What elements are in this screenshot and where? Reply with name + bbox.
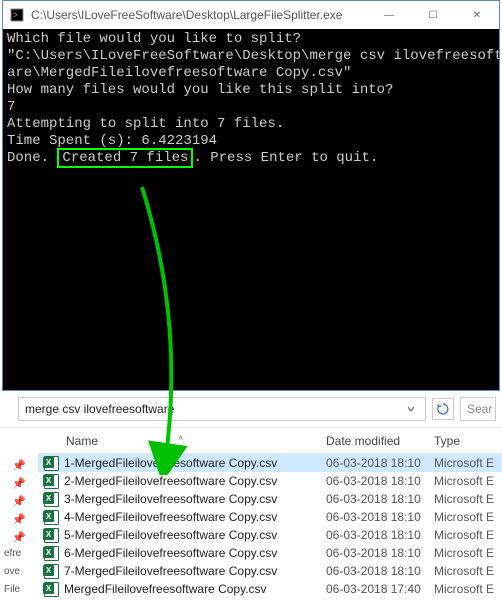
refresh-button[interactable] bbox=[432, 398, 454, 420]
file-name: 2-MergedFileilovefreesoftware Copy.csv bbox=[64, 474, 277, 488]
console-line: Time Spent (s): 6.4223194 bbox=[7, 133, 217, 149]
header-name[interactable]: Name ˄ bbox=[38, 434, 326, 448]
file-row[interactable]: MergedFileilovefreesoftware Copy.csv 06-0… bbox=[38, 580, 502, 598]
file-type: Microsoft E bbox=[434, 492, 502, 506]
console-done-prefix: Done. bbox=[7, 150, 57, 166]
console-line: How many files would you like this split… bbox=[7, 82, 393, 98]
minimize-button[interactable]: — bbox=[367, 1, 411, 29]
excel-icon bbox=[44, 582, 59, 597]
console-highlight: Created 7 files bbox=[57, 148, 193, 168]
address-bar-row: merge csv ilovefreesoftware Sear bbox=[0, 393, 502, 428]
file-date: 06-03-2018 18:10 bbox=[326, 528, 434, 542]
nav-item[interactable]: ove bbox=[0, 564, 38, 582]
excel-icon bbox=[44, 474, 59, 489]
console-output[interactable]: Which file would you like to split? "C:\… bbox=[3, 29, 499, 390]
titlebar[interactable]: > C:\Users\ILoveFreeSoftware\Desktop\Lar… bbox=[3, 1, 499, 29]
file-type: Microsoft E bbox=[434, 528, 502, 542]
console-line: "C:\Users\ILoveFreeSoftware\Desktop\merg… bbox=[7, 48, 499, 64]
excel-icon bbox=[44, 546, 59, 561]
file-explorer: merge csv ilovefreesoftware Sear 📌 📌 📌 📌… bbox=[0, 393, 502, 585]
file-row[interactable]: 3-MergedFileilovefreesoftware Copy.csv 06… bbox=[38, 490, 502, 508]
window-title: C:\Users\ILoveFreeSoftware\Desktop\Large… bbox=[31, 8, 367, 22]
excel-icon bbox=[44, 456, 59, 471]
pin-icon[interactable]: 📌 bbox=[0, 528, 38, 546]
file-row[interactable]: 4-MergedFileilovefreesoftware Copy.csv 06… bbox=[38, 508, 502, 526]
file-name: 7-MergedFileilovefreesoftware Copy.csv bbox=[64, 564, 277, 578]
file-date: 06-03-2018 18:10 bbox=[326, 510, 434, 524]
excel-icon bbox=[44, 510, 59, 525]
file-row[interactable]: 1-MergedFileilovefreesoftware Copy.csv 06… bbox=[38, 454, 502, 472]
console-line: Attempting to split into 7 files. bbox=[7, 116, 284, 132]
header-type[interactable]: Type bbox=[434, 434, 502, 448]
excel-icon bbox=[44, 492, 59, 507]
nav-pane[interactable]: 📌 📌 📌 📌 📌 efre ove File bbox=[0, 428, 38, 600]
header-date[interactable]: Date modified bbox=[326, 434, 434, 448]
file-date: 06-03-2018 18:10 bbox=[326, 492, 434, 506]
file-type: Microsoft E bbox=[434, 474, 502, 488]
file-date: 06-03-2018 18:10 bbox=[326, 546, 434, 560]
pin-icon[interactable]: 📌 bbox=[0, 510, 38, 528]
file-row[interactable]: 7-MergedFileilovefreesoftware Copy.csv 06… bbox=[38, 562, 502, 580]
pin-icon[interactable]: 📌 bbox=[0, 492, 38, 510]
file-name: MergedFileilovefreesoftware Copy.csv bbox=[64, 582, 267, 596]
close-button[interactable]: ✕ bbox=[455, 1, 499, 29]
file-name: 6-MergedFileilovefreesoftware Copy.csv bbox=[64, 546, 277, 560]
file-date: 06-03-2018 17:40 bbox=[326, 582, 434, 596]
address-text: merge csv ilovefreesoftware bbox=[25, 402, 174, 416]
file-type: Microsoft E bbox=[434, 456, 502, 470]
file-row[interactable]: 6-MergedFileilovefreesoftware Copy.csv 06… bbox=[38, 544, 502, 562]
file-date: 06-03-2018 18:10 bbox=[326, 564, 434, 578]
excel-icon bbox=[44, 528, 59, 543]
console-done-suffix: . Press Enter to quit. bbox=[193, 150, 378, 166]
console-line: Which file would you like to split? bbox=[7, 31, 301, 47]
file-type: Microsoft E bbox=[434, 582, 502, 596]
excel-icon bbox=[44, 564, 59, 579]
address-dropdown-icon[interactable] bbox=[403, 402, 419, 416]
file-name: 3-MergedFileilovefreesoftware Copy.csv bbox=[64, 492, 277, 506]
search-placeholder: Sear bbox=[467, 402, 492, 416]
address-bar[interactable]: merge csv ilovefreesoftware bbox=[18, 397, 426, 421]
column-headers: Name ˄ Date modified Type bbox=[38, 428, 502, 454]
svg-text:>: > bbox=[13, 10, 18, 20]
file-date: 06-03-2018 18:10 bbox=[326, 456, 434, 470]
file-name: 1-MergedFileilovefreesoftware Copy.csv bbox=[64, 456, 277, 470]
console-line: 7 bbox=[7, 99, 15, 115]
file-type: Microsoft E bbox=[434, 564, 502, 578]
search-box[interactable]: Sear bbox=[460, 397, 496, 421]
console-window: > C:\Users\ILoveFreeSoftware\Desktop\Lar… bbox=[2, 0, 500, 391]
pin-icon[interactable]: 📌 bbox=[0, 474, 38, 492]
app-icon: > bbox=[9, 7, 25, 23]
file-row[interactable]: 5-MergedFileilovefreesoftware Copy.csv 06… bbox=[38, 526, 502, 544]
file-type: Microsoft E bbox=[434, 546, 502, 560]
file-type: Microsoft E bbox=[434, 510, 502, 524]
file-list: Name ˄ Date modified Type 1-MergedFileil… bbox=[38, 428, 502, 600]
file-row[interactable]: 2-MergedFileilovefreesoftware Copy.csv 06… bbox=[38, 472, 502, 490]
file-date: 06-03-2018 18:10 bbox=[326, 474, 434, 488]
pin-icon[interactable]: 📌 bbox=[0, 456, 38, 474]
file-name: 5-MergedFileilovefreesoftware Copy.csv bbox=[64, 528, 277, 542]
console-line: are\MergedFileilovefreesoftware Copy.csv… bbox=[7, 65, 351, 81]
file-name: 4-MergedFileilovefreesoftware Copy.csv bbox=[64, 510, 277, 524]
sort-indicator-icon: ˄ bbox=[178, 433, 183, 443]
maximize-button[interactable]: ☐ bbox=[411, 1, 455, 29]
nav-item[interactable]: efre bbox=[0, 546, 38, 564]
